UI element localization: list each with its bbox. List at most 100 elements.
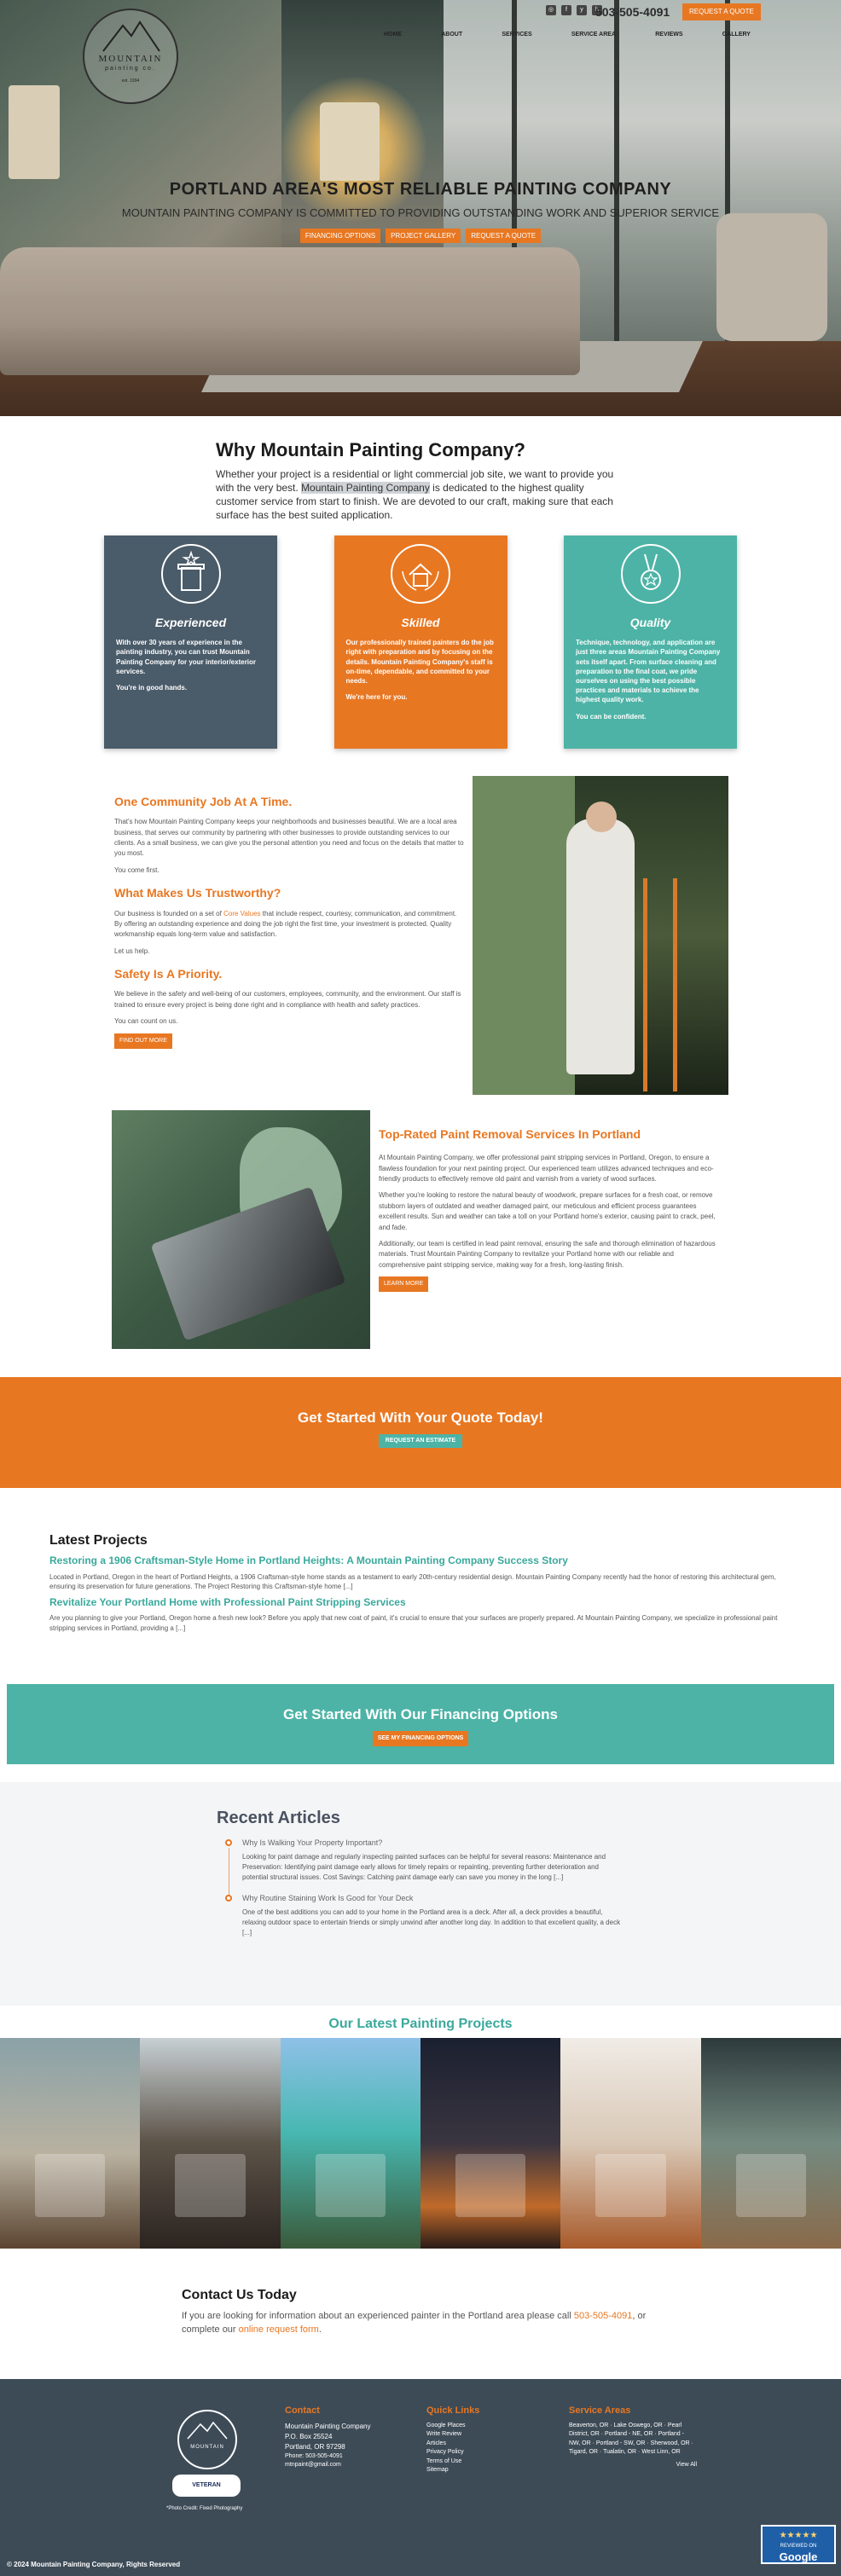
footer-link[interactable]: Privacy Policy <box>426 2448 529 2457</box>
article-title-link[interactable]: Why Routine Staining Work Is Good for Yo… <box>242 1893 626 1904</box>
nav-reviews[interactable]: REVIEWS <box>655 31 682 39</box>
hero-subtitle: MOUNTAIN PAINTING COMPANY IS COMMITTED T… <box>121 206 720 219</box>
nav-about[interactable]: ABOUT <box>441 31 462 39</box>
community-heading: One Community Job At A Time. <box>114 795 293 808</box>
gallery-photo[interactable] <box>420 2038 561 2249</box>
removal-title: Top-Rated Paint Removal Services In Port… <box>379 1127 641 1141</box>
gallery-photo[interactable] <box>140 2038 281 2249</box>
copyright: © 2024 Mountain Painting Company, Rights… <box>7 2561 181 2568</box>
project-excerpt: Located in Portland, Oregon in the heart… <box>49 1572 776 1591</box>
footer-heading: Quick Links <box>426 2405 480 2416</box>
card-title: Quality <box>629 616 671 629</box>
project-title-link[interactable]: Restoring a 1906 Craftsman-Style Home in… <box>49 1554 792 1568</box>
star-rating-icon: ★★★★★ <box>779 2531 818 2540</box>
logo[interactable]: MOUNTAIN painting co. est. 1994 <box>83 9 178 104</box>
pillar-icon <box>160 544 221 604</box>
article-excerpt: Looking for paint damage and regularly i… <box>242 1853 606 1882</box>
why-highlight: Mountain Painting Company <box>301 482 430 495</box>
why-title: Why Mountain Painting Company? <box>216 439 525 460</box>
request-estimate-button[interactable]: REQUEST AN ESTIMATE <box>378 1433 463 1448</box>
gallery-photo[interactable] <box>0 2038 141 2249</box>
project-gallery <box>0 2038 841 2249</box>
removal-text: At Mountain Painting Company, we offer p… <box>379 1154 714 1184</box>
find-out-more-button[interactable]: FIND OUT MORE <box>114 1033 172 1049</box>
financing-options-link-button[interactable]: SEE MY FINANCING OPTIONS <box>372 1730 469 1746</box>
card-title: Skilled <box>401 616 440 629</box>
request-quote-button[interactable]: REQUEST A QUOTE <box>682 3 761 20</box>
trustworthy-heading: What Makes Us Trustworthy? <box>114 886 281 900</box>
header-phone[interactable]: 503-505-4091 <box>595 3 670 20</box>
project-title-link[interactable]: Revitalize Your Portland Home with Profe… <box>49 1595 792 1610</box>
footer-contact: Contact Mountain Painting Company P.O. B… <box>285 2405 413 2470</box>
main-nav: HOME ABOUT SERVICES SERVICE AREA REVIEWS… <box>384 31 751 39</box>
latest-projects: Latest Projects Restoring a 1906 Craftsm… <box>49 1531 792 1633</box>
footer-link[interactable]: Write Review <box>426 2430 529 2440</box>
instagram-icon[interactable]: ◎ <box>546 5 556 15</box>
article-title-link[interactable]: Why Is Walking Your Property Important? <box>242 1838 626 1849</box>
recent-articles-title: Recent Articles <box>217 1809 340 1827</box>
footer-link[interactable]: Sitemap <box>426 2466 529 2475</box>
footer-phone[interactable]: Phone: 503-505-4091 <box>285 2452 413 2462</box>
yelp-icon[interactable]: y <box>577 5 587 15</box>
hero-buttons: FINANCING OPTIONS PROJECT GALLERY REQUES… <box>0 228 841 244</box>
value-cards: Experienced With over 30 years of experi… <box>104 535 737 749</box>
gallery-photo[interactable] <box>560 2038 701 2249</box>
safety-heading: Safety Is A Priority. <box>114 967 223 981</box>
paint-removal-section: Top-Rated Paint Removal Services In Port… <box>379 1126 720 1293</box>
safety-tagline: You can count on us. <box>114 1017 178 1026</box>
footer-heading: Service Areas <box>569 2405 631 2416</box>
request-form-link[interactable]: online request form <box>239 2324 319 2335</box>
removal-text: Whether you're looking to restore the na… <box>379 1191 716 1231</box>
google-review-badge[interactable]: ★★★★★ REVIEWED ON Google <box>761 2525 836 2564</box>
article-item: Why Routine Staining Work Is Good for Yo… <box>217 1893 626 1938</box>
gallery-photo[interactable] <box>700 2038 841 2249</box>
quote-banner: Get Started With Your Quote Today! REQUE… <box>0 1377 841 1488</box>
learn-more-button[interactable]: LEARN MORE <box>379 1276 429 1293</box>
footer-logo[interactable]: MOUNTAIN <box>177 2410 237 2469</box>
hero-request-quote-button[interactable]: REQUEST A QUOTE <box>466 228 542 244</box>
hero-title: PORTLAND AREA'S MOST RELIABLE PAINTING C… <box>169 180 672 199</box>
view-all-link[interactable]: View All <box>569 2461 697 2470</box>
recent-articles: Recent Articles Why Is Walking Your Prop… <box>217 1806 626 1948</box>
quote-banner-title: Get Started With Your Quote Today! <box>298 1410 543 1426</box>
google-logo: Google <box>779 2550 818 2564</box>
nav-home[interactable]: HOME <box>384 31 402 39</box>
core-values-link[interactable]: Core Values <box>223 910 260 918</box>
house-laurel-icon <box>391 544 450 604</box>
financing-options-button[interactable]: FINANCING OPTIONS <box>299 228 381 244</box>
footer-link[interactable]: Articles <box>426 2440 529 2449</box>
service-areas-list[interactable]: Beaverton, OR · Lake Oswego, OR · Pearl … <box>569 2422 697 2457</box>
footer-quick-links: Quick Links Google Places Write Review A… <box>426 2405 529 2475</box>
financing-title: Get Started With Our Financing Options <box>283 1706 558 1722</box>
nav-services[interactable]: SERVICES <box>502 31 531 39</box>
card-tagline: You're in good hands. <box>116 684 188 692</box>
gallery-photo[interactable] <box>280 2038 420 2249</box>
card-tagline: You can be confident. <box>576 712 647 721</box>
facebook-icon[interactable]: f <box>561 5 571 15</box>
nav-service-area[interactable]: SERVICE AREA <box>571 31 616 39</box>
trustworthy-text: Our business is founded on a set of Core… <box>114 909 457 939</box>
card-text: Our professionally trained painters do t… <box>345 639 494 686</box>
painter-photo <box>473 776 728 1095</box>
why-section: Why Mountain Painting Company? Whether y… <box>216 437 625 523</box>
social-links: ◎ f y h <box>546 5 602 15</box>
nav-gallery[interactable]: GALLERY <box>722 31 751 39</box>
project-gallery-button[interactable]: PROJECT GALLERY <box>386 228 461 244</box>
logo-est: est. 1994 <box>121 78 140 84</box>
logo-sub: painting co. <box>105 66 156 72</box>
card-experienced: Experienced With over 30 years of experi… <box>104 535 277 749</box>
community-tagline: You come first. <box>114 865 160 874</box>
card-text: With over 30 years of experience in the … <box>116 639 257 675</box>
footer-link[interactable]: Terms of Use <box>426 2457 529 2467</box>
card-quality: Quality Technique, technology, and appli… <box>564 535 737 749</box>
contact-section: Contact Us Today If you are looking for … <box>182 2285 659 2337</box>
mountain-logo-icon <box>187 2421 228 2440</box>
footer-email[interactable]: mtnpaint@gmail.com <box>285 2461 413 2470</box>
veteran-badge: VETERAN <box>172 2475 241 2497</box>
contact-phone-link[interactable]: 503-505-4091 <box>574 2311 633 2321</box>
footer-link[interactable]: Google Places <box>426 2422 529 2431</box>
safety-text: We believe in the safety and well-being … <box>114 990 461 1009</box>
timeline-dot-icon <box>225 1895 232 1902</box>
paint-scraping-photo <box>112 1110 370 1349</box>
trustworthy-tagline: Let us help. <box>114 946 150 955</box>
